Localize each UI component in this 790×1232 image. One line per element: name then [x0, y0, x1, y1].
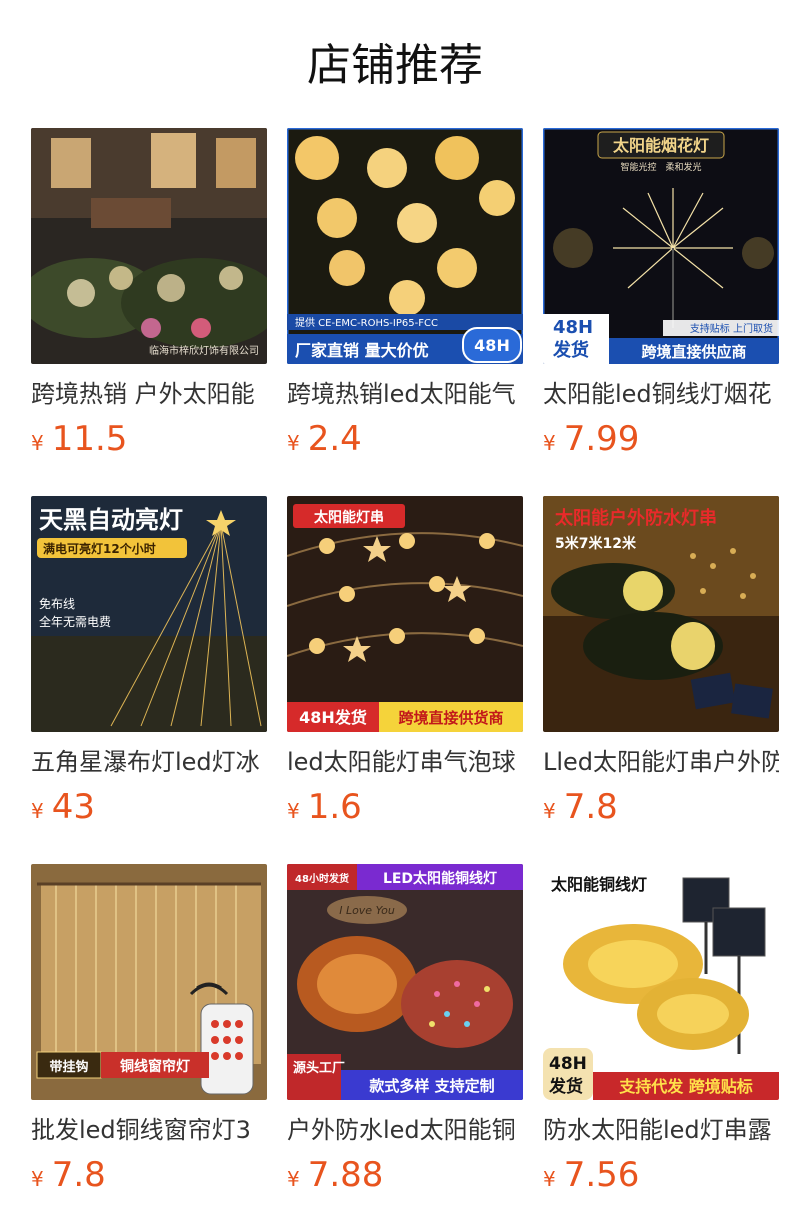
headline-text: 太阳能铜线灯 [550, 875, 647, 894]
product-name[interactable]: 防水太阳能led灯串露 [543, 1113, 779, 1147]
badge-bottom-text: 发货 [552, 339, 589, 361]
tag-text: 48小时发货 [295, 872, 349, 885]
tag-text: 带挂钩 [49, 1059, 88, 1075]
product-price: ¥43 [31, 787, 267, 827]
product-name[interactable]: led太阳能灯串气泡球 [287, 745, 523, 779]
product-image[interactable]: 提供 CE-EMC-ROHS-IP65-FCC 厂家直销 量大价优 48H [287, 128, 523, 364]
note2-text: 全年无需电费 [39, 614, 111, 629]
badge-top-text: 48H [549, 1054, 587, 1074]
price-value: 43 [51, 787, 95, 827]
badge-top-text: 48H [553, 317, 593, 338]
badge-text: 48H发货 [299, 708, 367, 727]
product-name[interactable]: 户外防水led太阳能铜 [287, 1113, 523, 1147]
currency-symbol: ¥ [287, 431, 300, 455]
product-price: ¥7.99 [543, 419, 779, 459]
product-price: ¥1.6 [287, 787, 523, 827]
page-title: 店铺推荐 [307, 40, 483, 91]
product-image[interactable]: 太阳能烟花灯 智能光控 柔和发光 48H 发货 支持贴标 上门取货 跨境直接供应… [543, 128, 779, 364]
currency-symbol: ¥ [31, 799, 44, 823]
currency-symbol: ¥ [31, 1167, 44, 1191]
product-price: ¥7.8 [31, 1155, 267, 1195]
note-text: 支持贴标 上门取货 [690, 322, 773, 335]
product-card[interactable]: 48小时发货 LED太阳能铜线灯 I Love You 源头工厂 款式多样 支持… [287, 864, 523, 1195]
currency-symbol: ¥ [287, 1167, 300, 1191]
product-card[interactable]: 临海市梓欣灯饰有限公司 跨境热销 户外太阳能 ¥11.5 [31, 128, 267, 459]
headline-text: 太阳能户外防水灯串 [555, 507, 717, 529]
price-value: 7.88 [307, 1155, 384, 1195]
product-price: ¥7.88 [287, 1155, 523, 1195]
product-price: ¥2.4 [287, 419, 523, 459]
product-card[interactable]: 天黑自动亮灯 满电可亮灯12个小时 免布线 全年无需电费 五角星瀑布灯led灯冰… [31, 496, 267, 827]
badge-text: 48H [474, 336, 510, 355]
product-price: ¥7.8 [543, 787, 779, 827]
script-text: I Love You [339, 904, 395, 917]
banner-text: 跨境直接供货商 [398, 709, 503, 727]
product-name[interactable]: 跨境热销led太阳能气 [287, 377, 523, 411]
cert-text: 提供 CE-EMC-ROHS-IP65-FCC [295, 316, 438, 329]
product-image[interactable]: 太阳能灯串 48H发货 跨境直接供货商 [287, 496, 523, 732]
price-value: 1.6 [307, 787, 362, 827]
currency-symbol: ¥ [543, 1167, 556, 1191]
tag-text: 太阳能灯串 [314, 509, 384, 526]
headline-text: LED太阳能铜线灯 [383, 870, 497, 887]
product-name[interactable]: Lled太阳能灯串户外防 [543, 745, 779, 779]
product-card[interactable]: 提供 CE-EMC-ROHS-IP65-FCC 厂家直销 量大价优 48H 跨境… [287, 128, 523, 459]
currency-symbol: ¥ [287, 799, 300, 823]
image-sub-text: 智能光控 柔和发光 [620, 161, 701, 173]
note1-text: 免布线 [39, 596, 75, 611]
image-title-text: 太阳能烟花灯 [612, 136, 709, 155]
product-image[interactable]: 太阳能铜线灯 48H 发货 支持代发 跨境贴标 [543, 864, 779, 1100]
price-value: 2.4 [307, 419, 362, 459]
price-value: 7.8 [563, 787, 618, 827]
banner-text: 跨境直接供应商 [641, 343, 746, 361]
product-image[interactable]: 太阳能户外防水灯串 5米7米12米 [543, 496, 779, 732]
product-card[interactable]: 带挂钩 铜线窗帘灯 批发led铜线窗帘灯3 ¥7.8 [31, 864, 267, 1195]
price-value: 7.56 [563, 1155, 640, 1195]
currency-symbol: ¥ [543, 431, 556, 455]
product-image[interactable]: 临海市梓欣灯饰有限公司 [31, 128, 267, 364]
headline-text: 天黑自动亮灯 [39, 506, 183, 534]
product-price: ¥11.5 [31, 419, 267, 459]
product-name[interactable]: 太阳能led铜线灯烟花 [543, 377, 779, 411]
banner-text: 铜线窗帘灯 [120, 1058, 190, 1075]
price-value: 11.5 [51, 419, 128, 459]
currency-symbol: ¥ [31, 431, 44, 455]
product-image[interactable]: 天黑自动亮灯 满电可亮灯12个小时 免布线 全年无需电费 [31, 496, 267, 732]
product-name[interactable]: 批发led铜线窗帘灯3 [31, 1113, 267, 1147]
product-card[interactable]: 太阳能烟花灯 智能光控 柔和发光 48H 发货 支持贴标 上门取货 跨境直接供应… [543, 128, 779, 459]
product-price: ¥7.56 [543, 1155, 779, 1195]
badge-bottom-text: 发货 [548, 1076, 583, 1097]
product-image[interactable]: 48小时发货 LED太阳能铜线灯 I Love You 源头工厂 款式多样 支持… [287, 864, 523, 1100]
banner-text: 支持代发 跨境贴标 [618, 1077, 753, 1096]
product-card[interactable]: 太阳能灯串 48H发货 跨境直接供货商 led太阳能灯串气泡球 ¥1.6 [287, 496, 523, 827]
product-image[interactable]: 带挂钩 铜线窗帘灯 [31, 864, 267, 1100]
price-value: 7.99 [563, 419, 640, 459]
sub-text: 5米7米12米 [555, 535, 637, 552]
currency-symbol: ¥ [543, 799, 556, 823]
watermark-text: 临海市梓欣灯饰有限公司 [149, 344, 259, 357]
product-card[interactable]: 太阳能户外防水灯串 5米7米12米 Lled太阳能灯串户外防 ¥7.8 [543, 496, 779, 827]
price-value: 7.8 [51, 1155, 106, 1195]
corner-text: 源头工厂 [293, 1060, 345, 1076]
product-name[interactable]: 跨境热销 户外太阳能 [31, 377, 267, 411]
banner-text: 厂家直销 量大价优 [295, 341, 429, 360]
banner-text: 款式多样 支持定制 [369, 1077, 494, 1095]
sub-text: 满电可亮灯12个小时 [43, 541, 156, 556]
product-card[interactable]: 太阳能铜线灯 48H 发货 支持代发 跨境贴标 防水太阳能led灯串露 ¥7.5… [543, 864, 779, 1195]
product-name[interactable]: 五角星瀑布灯led灯冰 [31, 745, 267, 779]
